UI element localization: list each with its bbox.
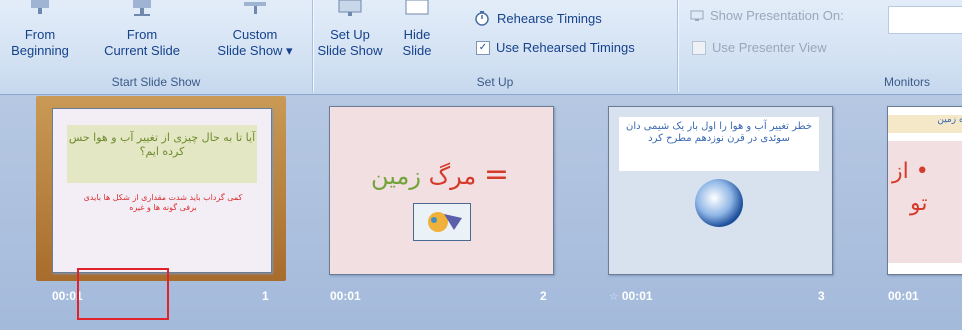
use-rehearsed-timings-checkbox[interactable]: ✓ Use Rehearsed Timings	[476, 40, 635, 55]
custom-slide-show-label: Custom Slide Show ▾	[217, 27, 293, 58]
slide-title-part1: مرگ	[428, 162, 477, 190]
transition-star-icon: ☆	[609, 289, 619, 303]
start-slide-show-group: From Beginning From Current Slide Custom…	[0, 0, 312, 92]
slideshow-current-icon	[133, 0, 151, 16]
show-presentation-on-label: Show Presentation On:	[710, 8, 844, 23]
use-rehearsed-timings-label: Use Rehearsed Timings	[496, 40, 635, 55]
set-up-group: Set Up Slide Show Hide Slide Rehearse Ti…	[313, 0, 677, 92]
sun-clipart-icon	[428, 212, 462, 232]
hide-slide-icon	[405, 0, 429, 15]
slide-thumbnail-4[interactable]: ره زمین • از تو	[887, 106, 962, 275]
from-beginning-label: From Beginning	[11, 27, 69, 58]
slide-number: 2	[540, 289, 547, 303]
from-current-slide-label: From Current Slide	[104, 27, 180, 58]
slide-body-panel: • از تو	[888, 141, 962, 263]
slide-timing: 00:01	[888, 289, 919, 303]
slide-thumbnail-3[interactable]: خطر تغییر آب و هوا را اول بار یک شیمی دا…	[608, 106, 833, 275]
slide-timing: 00:01	[330, 289, 361, 303]
use-presenter-view-checkbox[interactable]: Use Presenter View	[692, 40, 827, 55]
slide-timing-group: ☆ 00:01	[609, 289, 653, 303]
custom-show-icon	[244, 2, 266, 14]
slide-title: خطر تغییر آب و هوا را اول بار یک شیمی دا…	[619, 117, 819, 171]
slide-line-text: تو	[910, 191, 928, 216]
slideshow-start-icon	[31, 0, 49, 14]
checkbox-icon	[692, 40, 706, 55]
hide-slide-label: Hide Slide	[402, 27, 432, 58]
checkmark-icon: ✓	[476, 40, 490, 55]
rehearse-timings-label: Rehearse Timings	[497, 10, 602, 26]
use-presenter-view-label: Use Presenter View	[712, 40, 827, 55]
show-presentation-on[interactable]: Show Presentation On:	[690, 8, 844, 23]
slide-bullet-text: • از	[892, 159, 929, 184]
slide-thumbnail-2[interactable]: = مرگ زمین	[329, 106, 554, 275]
highlight-box	[77, 268, 169, 320]
set-up-group-label: Set Up	[476, 75, 514, 89]
monitors-group-label: Monitors	[883, 75, 930, 89]
slide-number: 3	[818, 289, 825, 303]
slide-title: = مرگ زمین	[340, 157, 540, 197]
from-current-slide-button[interactable]: From Current Slide	[92, 0, 192, 59]
slide-body: کمی گرداب باید شدت مقداری از شکل ها باید…	[83, 193, 243, 212]
slide-timing: 00:01	[621, 289, 653, 303]
slide-title-part2: زمین	[371, 162, 421, 190]
slide-number: 1	[262, 289, 269, 303]
start-slide-show-group-label: Start Slide Show	[111, 75, 201, 89]
set-up-slide-show-button[interactable]: Set Up Slide Show	[316, 0, 384, 59]
monitor-icon	[690, 10, 704, 21]
setup-show-icon	[338, 0, 362, 16]
set-up-slide-show-label: Set Up Slide Show	[317, 27, 383, 58]
hide-slide-button[interactable]: Hide Slide	[395, 0, 439, 59]
rehearse-timings-button[interactable]: Rehearse Timings	[473, 10, 602, 26]
custom-slide-show-button[interactable]: Custom Slide Show ▾	[205, 0, 305, 59]
from-beginning-button[interactable]: From Beginning	[0, 0, 80, 59]
globe-icon	[695, 179, 743, 227]
ribbon: From Beginning From Current Slide Custom…	[0, 0, 962, 95]
slide-title: آیا تا به حال چیزی از تغییر آب و هوا حس …	[67, 125, 257, 183]
equals-sign: =	[483, 157, 509, 192]
show-presentation-on-dropdown[interactable]	[888, 6, 962, 34]
stopwatch-icon	[475, 11, 489, 26]
slide-thumbnail-1[interactable]: آیا تا به حال چیزی از تغییر آب و هوا حس …	[52, 108, 272, 273]
slide-title: ره زمین	[888, 115, 962, 133]
clipart-image	[413, 203, 471, 241]
